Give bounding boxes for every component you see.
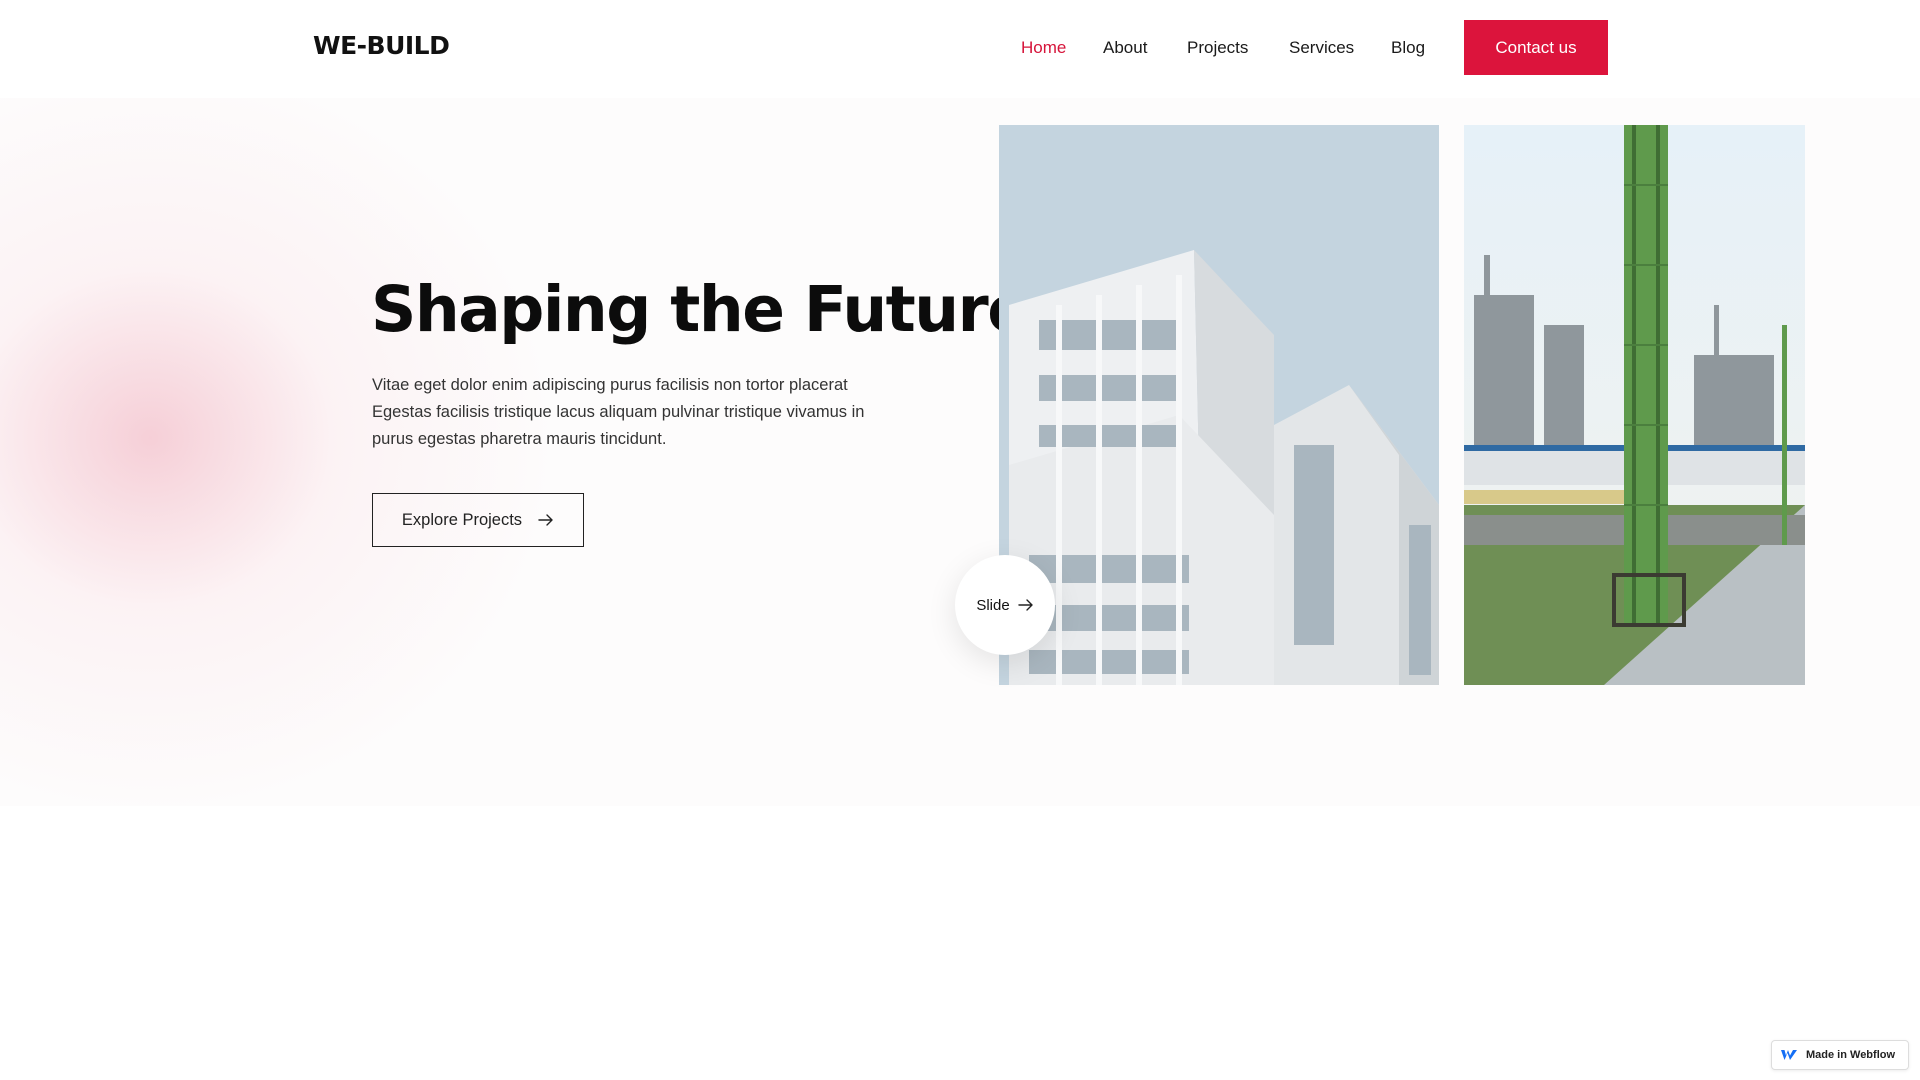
hero-description: Vitae eget dolor enim adipiscing purus f… <box>372 376 865 448</box>
nav-home[interactable]: Home <box>1021 38 1066 58</box>
slide-label: Slide <box>976 596 1010 614</box>
nav-services[interactable]: Services <box>1289 38 1354 58</box>
building-image <box>999 125 1439 685</box>
page: WE-BUILD Home About Projects Services Bl… <box>0 0 1920 1080</box>
main-nav: Home About Projects Services Blog <box>0 0 1920 98</box>
industrial-plant-image <box>1464 125 1805 685</box>
contact-button[interactable]: Contact us <box>1464 20 1608 75</box>
hero-section: Shaping the Future Vitae eget dolor enim… <box>0 98 1920 806</box>
nav-about[interactable]: About <box>1103 38 1147 58</box>
arrow-right-icon <box>1017 599 1033 611</box>
webflow-logo-icon <box>1781 1050 1797 1060</box>
site-header: WE-BUILD Home About Projects Services Bl… <box>0 0 1920 98</box>
explore-projects-button[interactable]: Explore Projects <box>372 493 584 547</box>
badge-label: Made in Webflow <box>1806 1049 1896 1061</box>
hero-title: Shaping the Future <box>371 273 1030 346</box>
nav-projects[interactable]: Projects <box>1187 38 1248 58</box>
made-in-webflow-badge[interactable]: Made in Webflow <box>1771 1040 1909 1070</box>
arrow-right-icon <box>538 514 553 526</box>
nav-blog[interactable]: Blog <box>1391 38 1425 58</box>
slide-button[interactable]: Slide <box>955 555 1055 655</box>
explore-projects-label: Explore Projects <box>401 510 523 529</box>
